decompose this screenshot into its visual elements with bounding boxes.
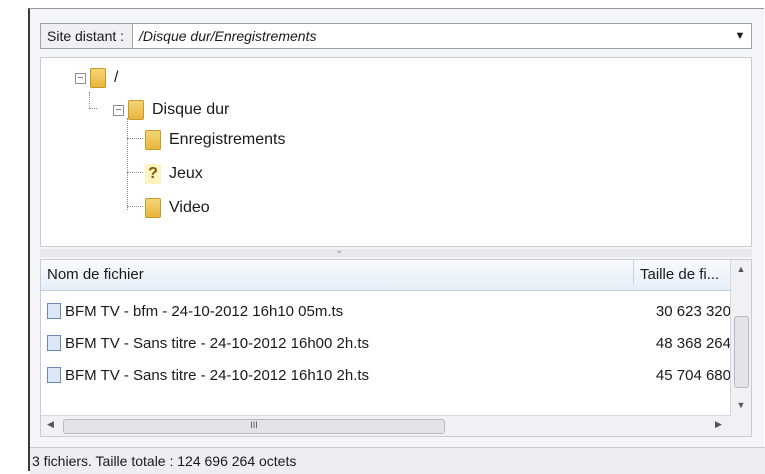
pane-splitter[interactable]: ⌄ <box>40 245 752 257</box>
tree-node-label: Video <box>169 199 210 216</box>
scroll-down-icon[interactable]: ▼ <box>731 400 751 410</box>
folder-icon <box>145 198 161 218</box>
directory-tree: − / − Disque dur Enregistrements ? Jeux … <box>40 57 752 247</box>
tree-node-jeux[interactable]: ? Jeux <box>145 162 203 186</box>
remote-path-input[interactable]: /Disque dur/Enregistrements <box>133 28 729 44</box>
video-file-icon <box>47 367 61 383</box>
file-size: 48 368 264 <box>655 334 731 352</box>
column-header-filesize[interactable]: Taille de fi... <box>633 260 719 284</box>
file-name: BFM TV - bfm - 24-10-2012 16h10 05m.ts <box>65 302 344 320</box>
collapse-icon[interactable]: − <box>113 104 124 116</box>
unknown-folder-icon: ? <box>145 164 161 184</box>
file-row[interactable]: BFM TV - Sans titre - 24-10-2012 16h10 2… <box>47 364 731 386</box>
splitter-grip-icon: ⌄ <box>335 245 344 256</box>
vertical-scroll-thumb[interactable] <box>734 316 749 388</box>
video-file-icon <box>47 335 61 351</box>
file-size: 30 623 320 <box>655 302 731 320</box>
tree-node-label: Enregistrements <box>169 131 286 148</box>
remote-site-panel: Site distant : /Disque dur/Enregistremen… <box>28 8 765 474</box>
vertical-scrollbar[interactable]: ▲ ▼ <box>730 260 751 436</box>
scroll-left-icon[interactable]: ◀ <box>47 419 54 430</box>
folder-icon <box>145 130 161 150</box>
file-name: BFM TV - Sans titre - 24-10-2012 16h10 2… <box>65 366 370 384</box>
collapse-icon[interactable]: − <box>75 72 86 84</box>
file-row[interactable]: BFM TV - bfm - 24-10-2012 16h10 05m.ts 3… <box>47 300 731 322</box>
tree-node-label: / <box>114 69 119 86</box>
tree-node-root[interactable]: − / <box>75 66 118 90</box>
file-name: BFM TV - Sans titre - 24-10-2012 16h00 2… <box>65 334 370 352</box>
file-row[interactable]: BFM TV - Sans titre - 24-10-2012 16h00 2… <box>47 332 731 354</box>
file-size: 45 704 680 <box>655 366 731 384</box>
horizontal-scrollbar[interactable]: ◀ III ▶ <box>41 415 731 436</box>
remote-path-bar: Site distant : /Disque dur/Enregistremen… <box>40 23 752 49</box>
dropdown-arrow-icon[interactable]: ▼ <box>729 24 751 48</box>
scroll-up-icon[interactable]: ▲ <box>731 264 751 274</box>
tree-node-label: Jeux <box>169 165 203 182</box>
folder-icon <box>90 68 106 88</box>
remote-site-label: Site distant : <box>41 24 134 48</box>
video-file-icon <box>47 303 61 319</box>
file-list-header: Nom de fichier Taille de fi... <box>41 260 731 291</box>
file-list: Nom de fichier Taille de fi... BFM TV - … <box>40 259 752 437</box>
tree-node-label: Disque dur <box>152 101 230 118</box>
horizontal-scroll-thumb[interactable]: III <box>63 419 445 434</box>
scroll-right-icon[interactable]: ▶ <box>715 419 722 430</box>
column-header-filename[interactable]: Nom de fichier <box>47 266 144 283</box>
tree-node-disque-dur[interactable]: − Disque dur <box>113 98 229 122</box>
tree-node-enregistrements[interactable]: Enregistrements <box>145 128 286 152</box>
folder-icon <box>128 100 144 120</box>
status-bar: 3 fichiers. Taille totale : 124 696 264 … <box>30 447 765 474</box>
tree-node-video[interactable]: Video <box>145 196 210 220</box>
